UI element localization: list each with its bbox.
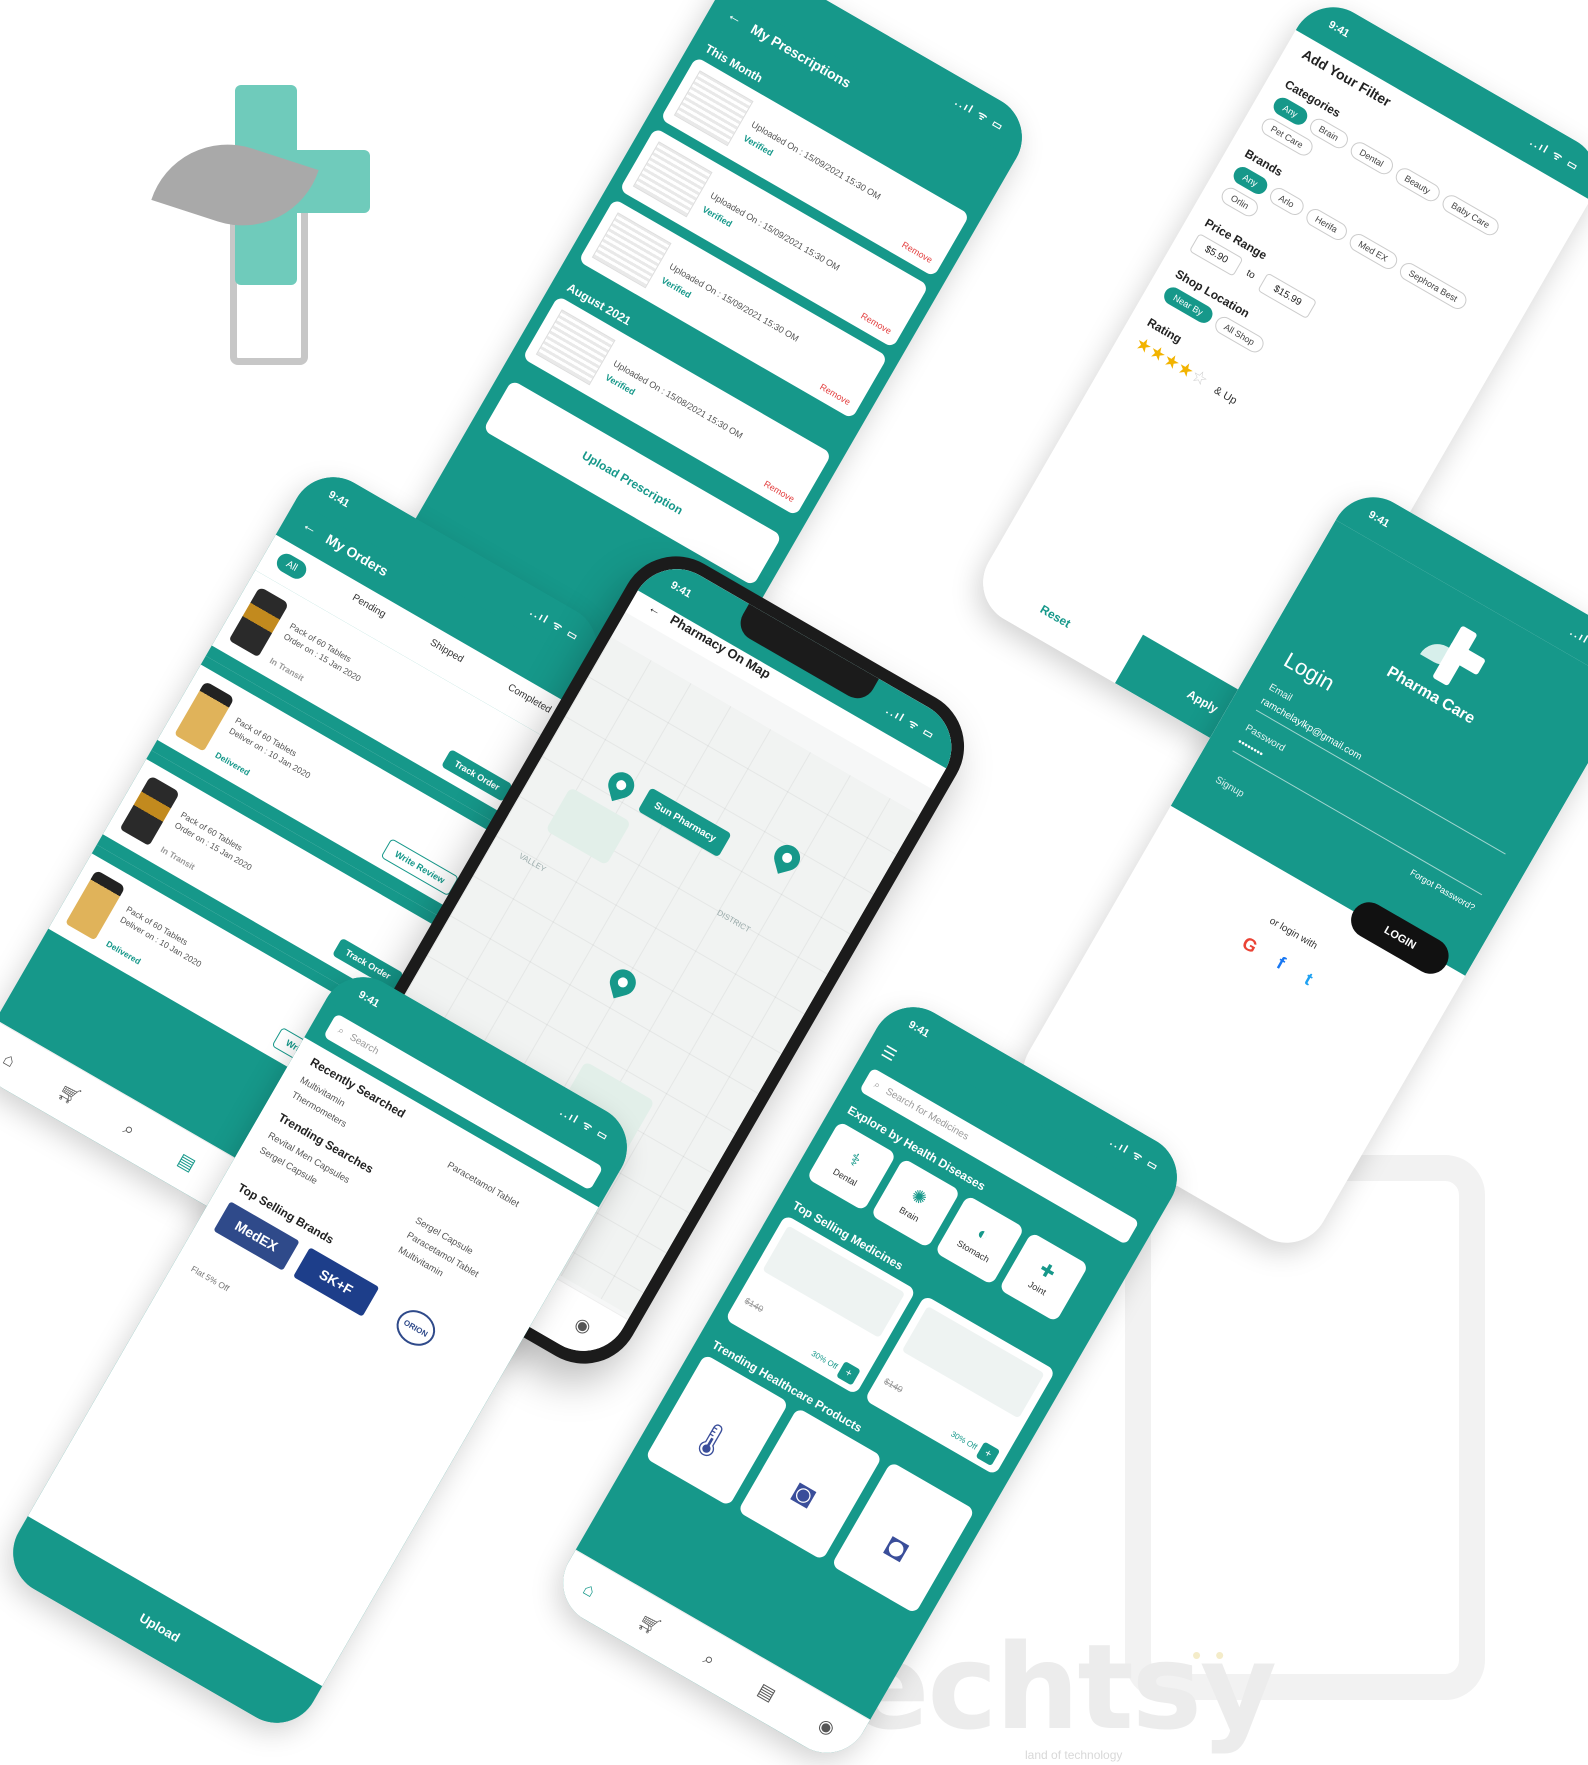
twitter-icon[interactable]: t (1301, 969, 1316, 990)
pharmacy-callout[interactable]: Sun Pharmacy (637, 787, 733, 858)
status-time: 9:41 (356, 988, 382, 1011)
map-pin-icon[interactable] (771, 841, 804, 874)
search-icon: ⌕ (871, 1079, 883, 1092)
status-time: 9:41 (1326, 18, 1352, 41)
status-time: 9:41 (906, 1018, 932, 1041)
write-review-button[interactable]: Write Review (380, 838, 460, 897)
price-to-label: to (1244, 267, 1257, 282)
search-icon[interactable]: ⌕ (120, 1118, 139, 1141)
status-icons: ..ıl ᯤ ▭ (883, 704, 938, 742)
home-icon[interactable]: ⌂ (0, 1048, 19, 1072)
status-icons: ..ıl ᯤ ▭ (558, 1105, 612, 1144)
status-time: 9:41 (668, 579, 694, 601)
district-label: DISTRICT (715, 908, 752, 935)
reset-button[interactable]: Reset (967, 549, 1143, 684)
trending-product-name: Pulse Oximeter (757, 1504, 816, 1545)
back-arrow-icon[interactable]: ← (298, 516, 321, 540)
search-icon: ⌕ (335, 1025, 347, 1038)
back-arrow-icon[interactable]: ← (723, 6, 746, 30)
blood-pressure-icon: ◘ (878, 1526, 916, 1570)
tab-pending[interactable]: Pending (346, 592, 387, 627)
remove-button[interactable]: Remove (762, 479, 796, 504)
tooth-icon: ⚕ (846, 1148, 865, 1171)
tab-all[interactable]: All (273, 550, 310, 583)
map-pin-icon[interactable] (605, 769, 638, 802)
track-order-button[interactable]: Track Order (441, 749, 513, 802)
cart-icon[interactable]: 🛒︎ (634, 1610, 665, 1640)
pulse-oximeter-icon: ◙ (785, 1472, 823, 1516)
profile-icon[interactable]: ◉ (814, 1714, 839, 1740)
district-label: VALLEY (517, 851, 548, 874)
showcase-canvas: •• techtsy land of technology 9:41 ..ıl … (0, 0, 1588, 1765)
tab-shipped[interactable]: Shipped (424, 637, 465, 672)
remove-button[interactable]: Remove (859, 311, 893, 336)
status-time: 9:41 (1366, 508, 1392, 531)
stomach-icon: ◐ (973, 1222, 994, 1245)
pharma-care-logo (151, 85, 370, 365)
remove-button[interactable]: Remove (818, 382, 852, 407)
home-icon[interactable]: ⌂ (579, 1578, 599, 1602)
cart-icon[interactable]: 🛒︎ (54, 1080, 85, 1110)
google-icon[interactable]: G (1238, 933, 1261, 958)
category-name: Stomach (955, 1237, 992, 1265)
bottom-nav: ⌂ 🛒︎ ⌕ ▤ ◉ (547, 1549, 871, 1765)
thermometer-icon: 🌡︎ (682, 1413, 740, 1468)
orders-icon[interactable]: ▤ (174, 1149, 199, 1176)
facebook-icon[interactable]: f (1273, 953, 1288, 974)
search-placeholder: Search (347, 1031, 381, 1058)
prescription-thumbnail (591, 212, 672, 289)
profile-icon[interactable]: ◉ (571, 1313, 595, 1339)
brain-icon: ✺ (907, 1184, 931, 1210)
prescription-thumbnail (632, 141, 713, 218)
rating-suffix: & Up (1211, 384, 1239, 408)
joint-icon: ✚ (1035, 1258, 1060, 1284)
remove-button[interactable]: Remove (900, 240, 934, 265)
map-pin-icon[interactable] (606, 966, 639, 999)
trending-product-name: Blood Pressure (850, 1558, 909, 1599)
watermark-tagline: land of technology (1025, 1748, 1123, 1762)
orders-icon[interactable]: ▤ (754, 1679, 779, 1706)
status-time: 9:41 (326, 488, 352, 511)
search-icon[interactable]: ⌕ (700, 1648, 719, 1671)
